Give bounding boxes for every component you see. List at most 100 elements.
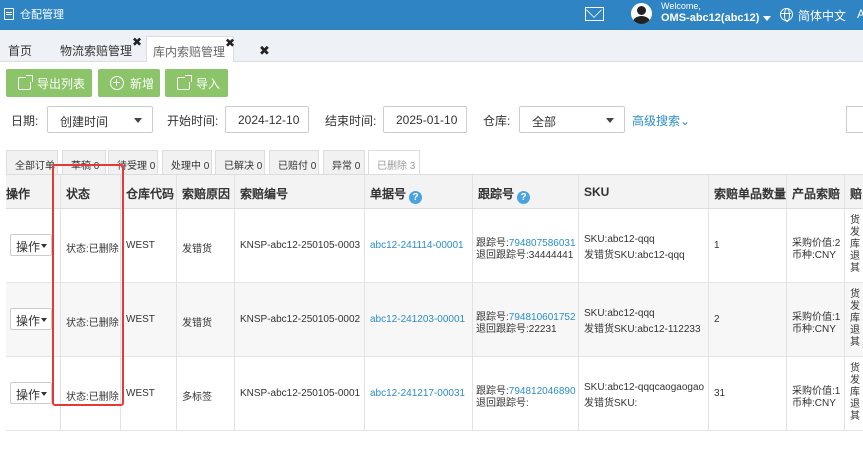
extra-cell: 货发库退其 [850,363,860,422]
sku-cell: SKU:abc12-qqq [584,308,655,319]
qty-cell: 2 [714,314,720,325]
globe-icon[interactable] [780,8,793,22]
user-name: OMS-abc12(abc12) [661,12,760,24]
column-divider [364,175,365,431]
column-divider [844,175,845,431]
doc-no-link[interactable]: abc12-241203-00001 [370,314,465,325]
col-op: 操作 [6,187,31,201]
help-icon[interactable]: ? [517,191,531,204]
tab-logistics-claims[interactable]: 物流索赔管理 ✖ [54,35,142,62]
table-row: 操作 状态:已删除 WEST 发错货 KNSP-abc12-250105-000… [6,283,863,357]
sku-cell: SKU:abc12-qqq [584,234,655,245]
wrong-sku-cell: 发错货SKU:abc12-qqq [584,250,685,261]
page-tabs: 首页 物流索赔管理 ✖ 库内索赔管理 ✖ ✖ [0,30,863,62]
start-time-input[interactable]: 2024-12-10 [225,106,309,133]
status-tab-resolved[interactable]: 已解决 0 [215,150,265,174]
col-warehouse-code: 仓库代码 [126,187,175,201]
reason-cell: 发错货 [182,318,212,329]
header-extra[interactable]: A [857,7,863,21]
mail-icon[interactable] [585,7,604,21]
return-tracking-cell: 退回跟踪号:34444441 [476,250,574,261]
return-tracking-cell: 退回跟踪号:22231 [476,324,557,335]
column-divider [234,175,235,431]
col-extra: 赔 [850,187,863,201]
app-title: 仓配管理 [20,9,64,21]
table-header: 操作 状态 仓库代码 索赔原因 索赔编号 单据号? 跟踪号? SKU 索赔单品数… [6,175,863,209]
export-icon [18,74,33,90]
table-row: 操作 状态:已删除 WEST 多标签 KNSP-abc12-250105-000… [6,357,863,431]
claim-no-cell: KNSP-abc12-250105-0002 [240,314,361,325]
warehouse-code-cell: WEST [126,240,155,251]
warehouse-code-cell: WEST [126,388,155,399]
sku-cell: SKU:abc12-qqqcaogaogao [584,382,705,393]
status-tab-all[interactable]: 全部订单 [6,150,58,174]
import-button[interactable]: 导入 [165,69,228,97]
end-time-label: 结束时间: [325,114,377,128]
end-time-input[interactable]: 2025-01-10 [383,106,467,133]
import-icon [177,74,192,90]
claims-table: 操作 状态 仓库代码 索赔原因 索赔编号 单据号? 跟踪号? SKU 索赔单品数… [6,174,863,431]
start-time-label: 开始时间: [167,114,219,128]
qty-cell: 31 [714,388,726,399]
chevron-down-icon [41,244,47,248]
column-divider [176,175,177,431]
claim-no-cell: KNSP-abc12-250105-0001 [240,388,361,399]
status-tab-compensated[interactable]: 已赔付 0 [269,150,319,174]
advanced-search-link[interactable]: 高级搜索⌄ [632,112,690,129]
warehouse-label: 仓库: [483,114,511,128]
column-divider [578,175,579,431]
wrong-sku-cell: 发错货SKU:abc12-112233 [584,324,701,335]
close-all-tabs-icon[interactable]: ✖ [259,43,270,59]
col-sku: SKU [584,185,610,199]
col-qty: 索赔单品数量 [714,187,787,201]
row-action-button[interactable]: 操作 [10,308,52,330]
row-action-button[interactable]: 操作 [10,382,52,404]
qty-cell: 1 [714,240,720,251]
column-divider [708,175,709,431]
status-tab-exception[interactable]: 异常 0 [323,150,365,174]
plus-icon [110,76,124,90]
chevron-down-icon [41,318,47,322]
close-icon[interactable]: ✖ [132,35,142,49]
tab-warehouse-claims[interactable]: 库内索赔管理 ✖ [146,36,235,62]
warehouse-select[interactable]: 全部 [519,106,625,133]
reason-cell: 多标签 [182,392,212,403]
table-row: 操作 状态:已删除 WEST 发错货 KNSP-abc12-250105-000… [6,209,863,283]
status-tab-deleted[interactable]: 已删除 3 [368,150,420,174]
chevron-down-icon [134,118,142,123]
export-list-button[interactable]: 导出列表 [6,69,92,97]
date-type-select[interactable]: 创建时间 [47,106,153,133]
extra-cell: 货发库退其 [850,215,860,274]
wrong-sku-cell: 发错货SKU: [584,398,638,409]
close-icon[interactable]: ✖ [225,36,235,50]
col-tracking: 跟踪号? [478,185,531,204]
avatar[interactable] [631,3,652,24]
currency-cell: 币种:CNY [792,250,836,261]
warehouse-code-cell: WEST [126,314,155,325]
col-doc-no: 单据号? [370,185,423,204]
help-icon[interactable]: ? [409,191,423,204]
col-product-claim: 产品索赔 [792,187,841,201]
add-button[interactable]: 新增 [98,69,160,97]
col-claim-no: 索赔编号 [240,187,289,201]
reason-cell: 发错货 [182,244,212,255]
language-selector[interactable]: 简体中文 [798,7,846,24]
claim-no-cell: KNSP-abc12-250105-0003 [240,240,361,251]
extra-cell: 货发库退其 [850,289,860,348]
tab-home[interactable]: 首页 [2,36,40,62]
row-action-button[interactable]: 操作 [10,234,52,256]
status-tab-processing[interactable]: 处理中 0 [162,150,212,174]
column-divider [472,175,473,431]
app-brand[interactable]: 仓配管理 [4,6,64,22]
welcome-text: Welcome, [661,1,701,11]
column-divider [786,175,787,431]
doc-no-link[interactable]: abc12-241114-00001 [370,240,464,251]
user-menu[interactable]: OMS-abc12(abc12) [661,12,772,24]
chevron-down-icon [763,15,772,21]
highlight-box [52,164,124,406]
return-tracking-cell: 退回跟踪号: [476,398,529,409]
currency-cell: 币种:CNY [792,398,836,409]
search-button[interactable] [846,106,863,133]
chevron-down-icon [606,118,614,123]
doc-no-link[interactable]: abc12-241217-00031 [370,388,465,399]
